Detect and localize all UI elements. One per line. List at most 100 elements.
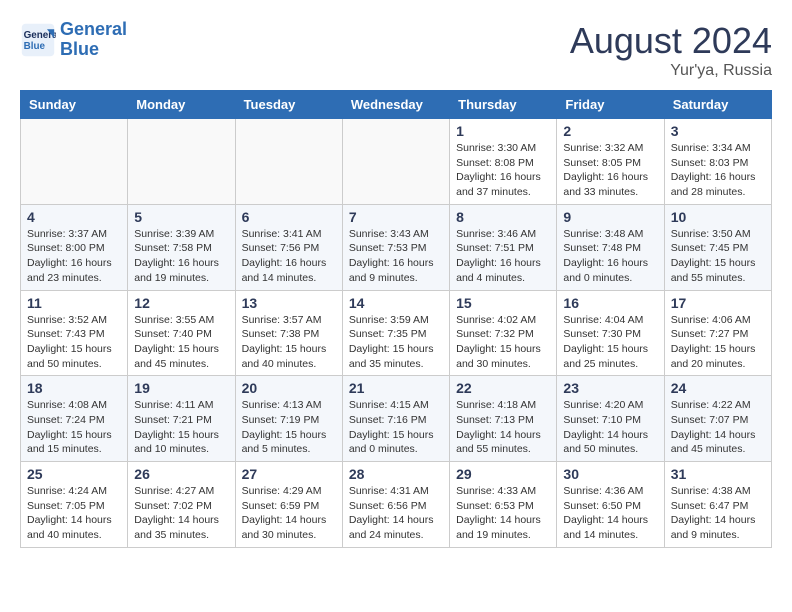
day-number: 28 [349,466,443,482]
day-number: 19 [134,380,228,396]
calendar-cell [342,119,449,205]
day-info: Sunrise: 4:22 AMSunset: 7:07 PMDaylight:… [671,398,765,457]
calendar-cell: 24 Sunrise: 4:22 AMSunset: 7:07 PMDayligh… [664,376,771,462]
day-info: Sunrise: 3:52 AMSunset: 7:43 PMDaylight:… [27,313,121,372]
logo-line1: General [60,19,127,39]
calendar-cell: 18 Sunrise: 4:08 AMSunset: 7:24 PMDayligh… [21,376,128,462]
calendar-cell: 23Sunrise: 4:20 AMSunset: 7:10 PMDayligh… [557,376,664,462]
day-number: 6 [242,209,336,225]
calendar-cell: 15 Sunrise: 4:02 AMSunset: 7:32 PMDayligh… [450,290,557,376]
calendar-cell: 21 Sunrise: 4:15 AMSunset: 7:16 PMDayligh… [342,376,449,462]
day-info: Sunrise: 3:57 AMSunset: 7:38 PMDaylight:… [242,313,336,372]
header-tuesday: Tuesday [235,91,342,119]
day-info: Sunrise: 4:20 AMSunset: 7:10 PMDaylight:… [563,398,657,457]
calendar-cell: 28 Sunrise: 4:31 AMSunset: 6:56 PMDayligh… [342,462,449,548]
day-info: Sunrise: 3:34 AMSunset: 8:03 PMDaylight:… [671,141,765,200]
calendar-cell: 12Sunrise: 3:55 AMSunset: 7:40 PMDayligh… [128,290,235,376]
day-number: 21 [349,380,443,396]
day-number: 8 [456,209,550,225]
day-info: Sunrise: 3:39 AMSunset: 7:58 PMDaylight:… [134,227,228,286]
calendar-cell: 25Sunrise: 4:24 AMSunset: 7:05 PMDayligh… [21,462,128,548]
logo: General Blue General Blue [20,20,127,60]
day-number: 9 [563,209,657,225]
calendar-cell: 26Sunrise: 4:27 AMSunset: 7:02 PMDayligh… [128,462,235,548]
day-info: Sunrise: 4:18 AMSunset: 7:13 PMDaylight:… [456,398,550,457]
day-number: 15 [456,295,550,311]
logo-icon: General Blue [20,22,56,58]
day-number: 24 [671,380,765,396]
day-info: Sunrise: 4:06 AMSunset: 7:27 PMDaylight:… [671,313,765,372]
calendar-cell [235,119,342,205]
day-number: 13 [242,295,336,311]
day-info: Sunrise: 3:50 AMSunset: 7:45 PMDaylight:… [671,227,765,286]
day-number: 1 [456,123,550,139]
day-number: 10 [671,209,765,225]
day-info: Sunrise: 4:15 AMSunset: 7:16 PMDaylight:… [349,398,443,457]
day-info: Sunrise: 3:48 AMSunset: 7:48 PMDaylight:… [563,227,657,286]
calendar-table: SundayMondayTuesdayWednesdayThursdayFrid… [20,90,772,548]
calendar-cell: 13 Sunrise: 3:57 AMSunset: 7:38 PMDayligh… [235,290,342,376]
day-info: Sunrise: 3:55 AMSunset: 7:40 PMDaylight:… [134,313,228,372]
calendar-cell: 3Sunrise: 3:34 AMSunset: 8:03 PMDaylight… [664,119,771,205]
calendar-cell: 7 Sunrise: 3:43 AMSunset: 7:53 PMDaylight… [342,204,449,290]
calendar-cell: 22 Sunrise: 4:18 AMSunset: 7:13 PMDayligh… [450,376,557,462]
day-number: 27 [242,466,336,482]
calendar-cell: 8 Sunrise: 3:46 AMSunset: 7:51 PMDaylight… [450,204,557,290]
header-wednesday: Wednesday [342,91,449,119]
day-number: 18 [27,380,121,396]
day-info: Sunrise: 3:30 AMSunset: 8:08 PMDaylight:… [456,141,550,200]
day-info: Sunrise: 4:11 AMSunset: 7:21 PMDaylight:… [134,398,228,457]
calendar-cell: 30Sunrise: 4:36 AMSunset: 6:50 PMDayligh… [557,462,664,548]
calendar-cell: 16Sunrise: 4:04 AMSunset: 7:30 PMDayligh… [557,290,664,376]
day-number: 11 [27,295,121,311]
title-area: August 2024 Yur'ya, Russia [570,20,772,80]
page-header: General Blue General Blue August 2024 Yu… [20,20,772,80]
location-title: Yur'ya, Russia [570,62,772,80]
day-number: 20 [242,380,336,396]
header-saturday: Saturday [664,91,771,119]
day-number: 4 [27,209,121,225]
calendar-week-3: 11 Sunrise: 3:52 AMSunset: 7:43 PMDayligh… [21,290,772,376]
header-thursday: Thursday [450,91,557,119]
calendar-cell: 19 Sunrise: 4:11 AMSunset: 7:21 PMDayligh… [128,376,235,462]
day-info: Sunrise: 4:08 AMSunset: 7:24 PMDaylight:… [27,398,121,457]
calendar-cell: 9 Sunrise: 3:48 AMSunset: 7:48 PMDaylight… [557,204,664,290]
day-info: Sunrise: 4:13 AMSunset: 7:19 PMDaylight:… [242,398,336,457]
day-info: Sunrise: 4:36 AMSunset: 6:50 PMDaylight:… [563,484,657,543]
day-info: Sunrise: 3:32 AMSunset: 8:05 PMDaylight:… [563,141,657,200]
header-monday: Monday [128,91,235,119]
calendar-cell: 4 Sunrise: 3:37 AMSunset: 8:00 PMDaylight… [21,204,128,290]
calendar-cell: 2 Sunrise: 3:32 AMSunset: 8:05 PMDaylight… [557,119,664,205]
day-number: 26 [134,466,228,482]
month-title: August 2024 [570,20,772,62]
day-info: Sunrise: 3:37 AMSunset: 8:00 PMDaylight:… [27,227,121,286]
day-info: Sunrise: 4:24 AMSunset: 7:05 PMDaylight:… [27,484,121,543]
day-info: Sunrise: 4:33 AMSunset: 6:53 PMDaylight:… [456,484,550,543]
calendar-cell: 14 Sunrise: 3:59 AMSunset: 7:35 PMDayligh… [342,290,449,376]
calendar-week-2: 4 Sunrise: 3:37 AMSunset: 8:00 PMDaylight… [21,204,772,290]
day-number: 2 [563,123,657,139]
day-info: Sunrise: 4:02 AMSunset: 7:32 PMDaylight:… [456,313,550,372]
day-number: 17 [671,295,765,311]
calendar-cell: 29Sunrise: 4:33 AMSunset: 6:53 PMDayligh… [450,462,557,548]
svg-text:Blue: Blue [24,41,46,52]
calendar-cell: 10 Sunrise: 3:50 AMSunset: 7:45 PMDayligh… [664,204,771,290]
day-number: 5 [134,209,228,225]
header-sunday: Sunday [21,91,128,119]
calendar-cell: 5 Sunrise: 3:39 AMSunset: 7:58 PMDaylight… [128,204,235,290]
day-info: Sunrise: 4:31 AMSunset: 6:56 PMDaylight:… [349,484,443,543]
day-number: 7 [349,209,443,225]
day-number: 22 [456,380,550,396]
calendar-cell [21,119,128,205]
day-info: Sunrise: 3:46 AMSunset: 7:51 PMDaylight:… [456,227,550,286]
calendar-week-1: 1 Sunrise: 3:30 AMSunset: 8:08 PMDaylight… [21,119,772,205]
calendar-cell: 6Sunrise: 3:41 AMSunset: 7:56 PMDaylight… [235,204,342,290]
day-info: Sunrise: 4:38 AMSunset: 6:47 PMDaylight:… [671,484,765,543]
day-info: Sunrise: 3:59 AMSunset: 7:35 PMDaylight:… [349,313,443,372]
day-number: 14 [349,295,443,311]
day-number: 16 [563,295,657,311]
day-info: Sunrise: 3:43 AMSunset: 7:53 PMDaylight:… [349,227,443,286]
calendar-cell: 11 Sunrise: 3:52 AMSunset: 7:43 PMDayligh… [21,290,128,376]
calendar-cell [128,119,235,205]
calendar-week-4: 18 Sunrise: 4:08 AMSunset: 7:24 PMDayligh… [21,376,772,462]
